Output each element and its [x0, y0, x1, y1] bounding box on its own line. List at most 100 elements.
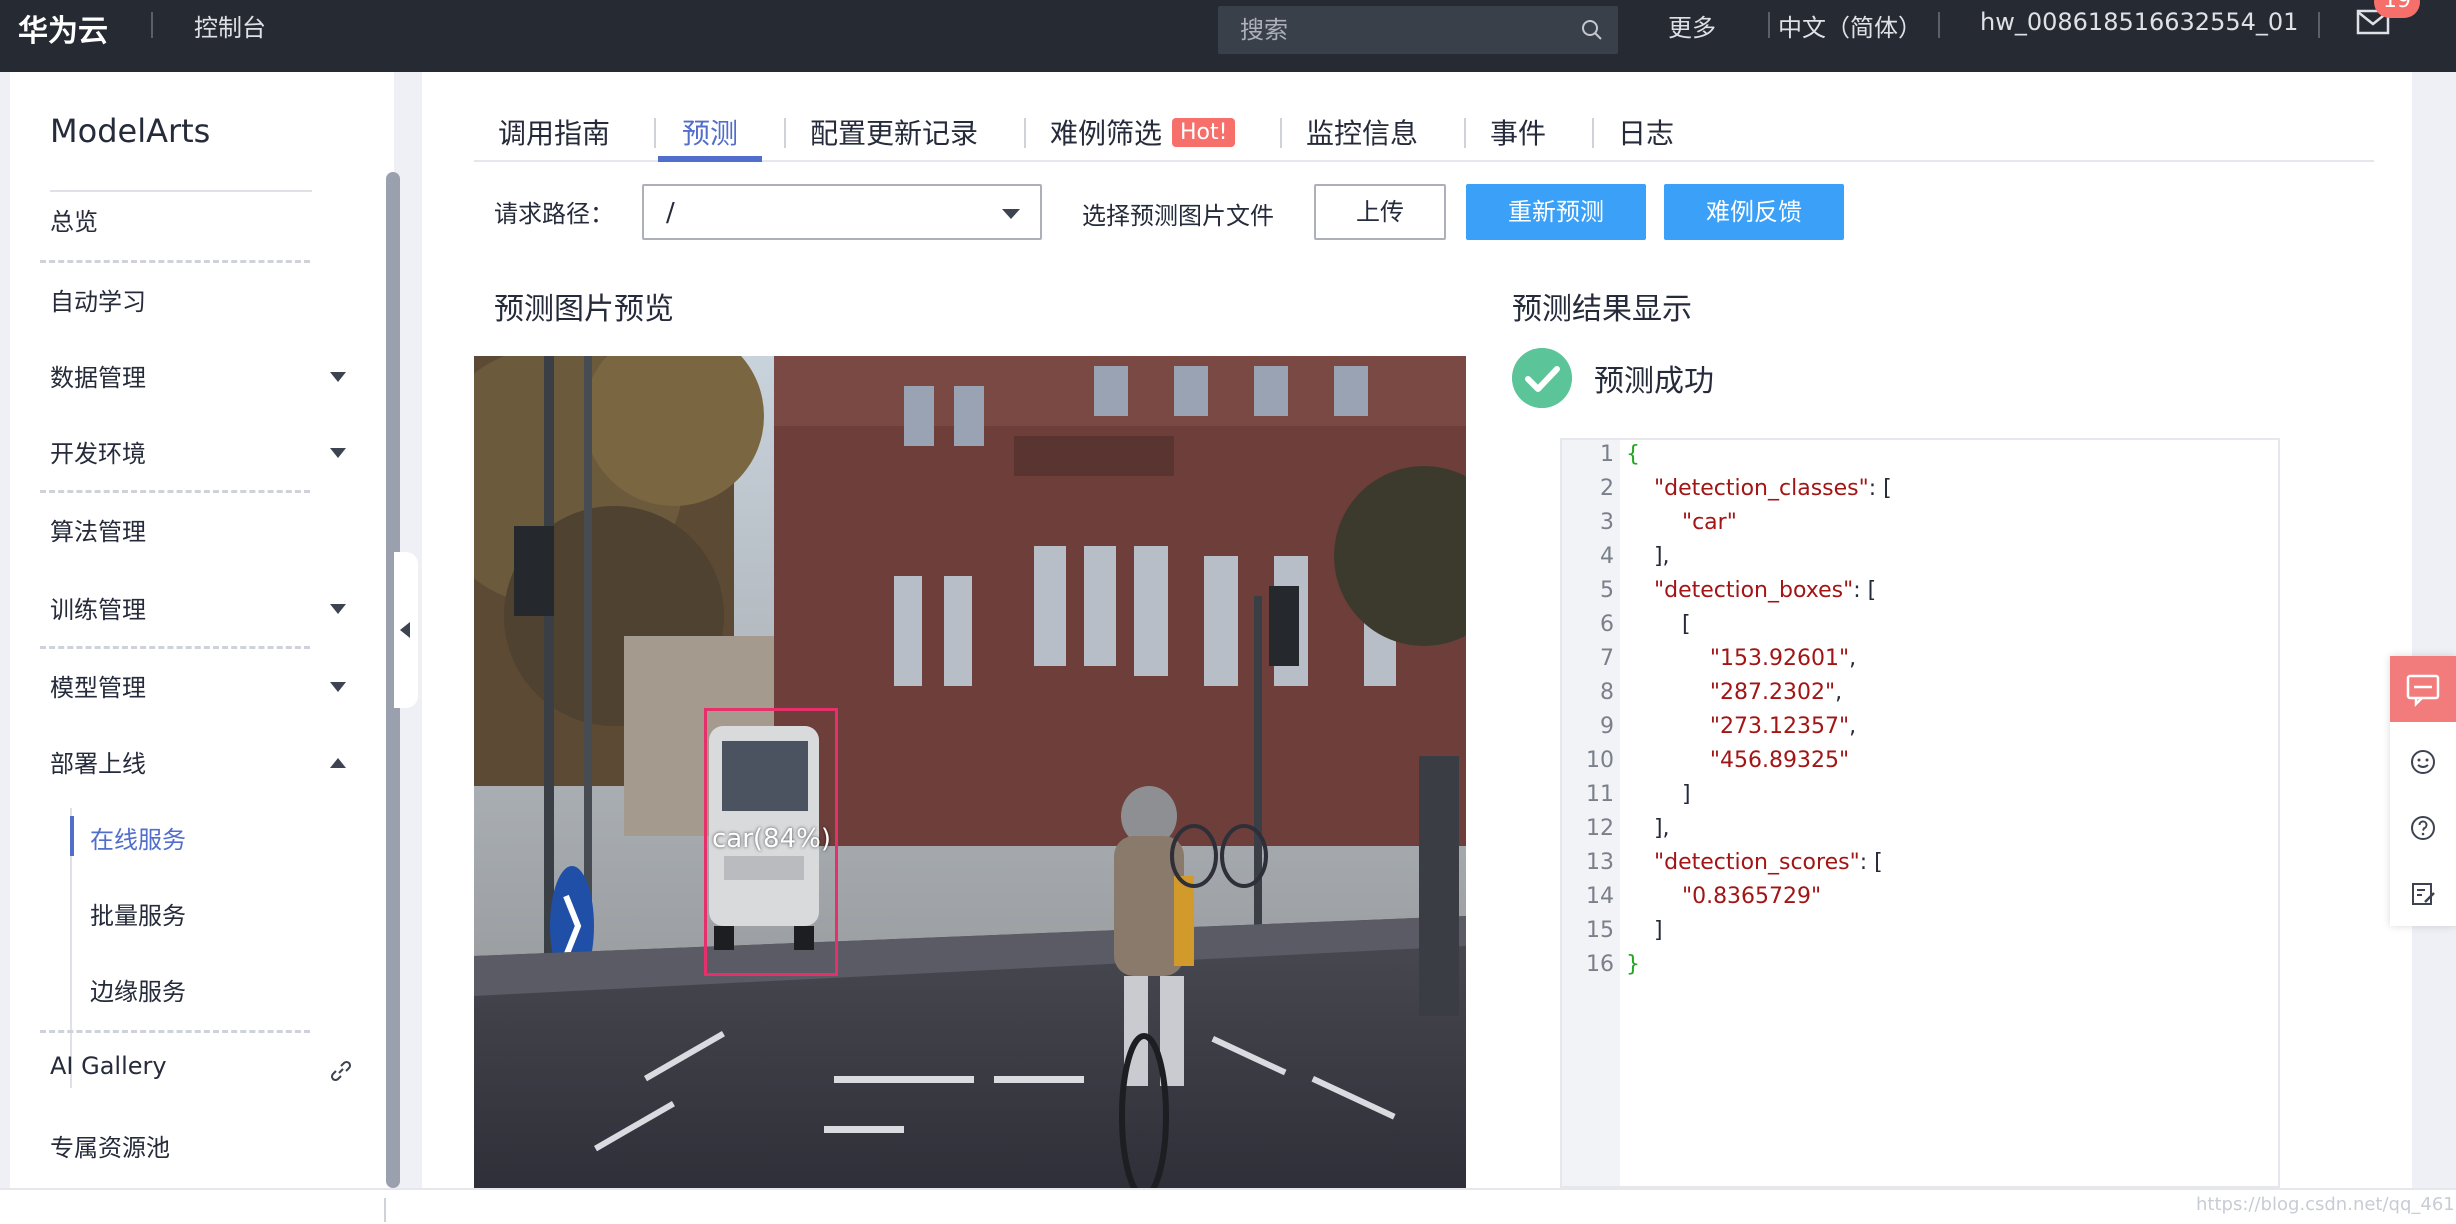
prediction-result-json: 1{2 "detection_classes": [3 "car" 4 ], 5 "…: [1560, 438, 2280, 1188]
tab-config-history[interactable]: 配置更新记录: [810, 112, 978, 152]
sidebar-item-training-management[interactable]: 训练管理: [50, 590, 146, 625]
sidebar-item-label: 开发环境: [50, 440, 146, 468]
global-search: [1218, 6, 1618, 54]
code-text: ],: [1626, 544, 1670, 569]
sidebar-item-label: 数据管理: [50, 364, 146, 392]
search-input[interactable]: [1218, 6, 1578, 54]
line-number: 6: [1600, 612, 1614, 637]
brand-logo[interactable]: 华为云: [18, 6, 108, 50]
chevron-down-icon: [1002, 209, 1020, 219]
divider: [1280, 118, 1282, 148]
chat-button[interactable]: [2390, 656, 2456, 722]
code-text: ]: [1626, 782, 1691, 807]
code-text: "0.8365729": [1681, 884, 1822, 909]
sidebar-item-algorithm-management[interactable]: 算法管理: [50, 512, 146, 547]
line-number: 3: [1600, 510, 1614, 535]
chevron-up-icon[interactable]: [330, 758, 346, 768]
divider: [1592, 118, 1594, 148]
sidebar-item-label: 专属资源池: [50, 1134, 170, 1162]
chat-icon: [2406, 674, 2440, 708]
sidebar-subitem-edge-service[interactable]: 边缘服务: [90, 972, 186, 1007]
sidebar-item-overview[interactable]: 总览: [50, 202, 98, 237]
divider: [151, 12, 153, 38]
active-tab-underline: [658, 156, 762, 162]
repredict-button[interactable]: 重新预测: [1466, 184, 1646, 240]
chevron-down-icon[interactable]: [330, 682, 346, 692]
sidebar-item-deployment[interactable]: 部署上线: [50, 744, 146, 779]
upload-button[interactable]: 上传: [1314, 184, 1446, 240]
code-text: "detection_boxes": [: [1653, 578, 1877, 603]
tab-events[interactable]: 事件: [1490, 112, 1546, 152]
sidebar-item-label: 自动学习: [50, 288, 146, 316]
code-line: 14 "0.8365729": [1562, 884, 2278, 918]
file-select-label: 选择预测图片文件: [1082, 202, 1274, 230]
code-line: 1{: [1562, 442, 2278, 476]
code-text: }: [1626, 952, 1640, 977]
sidebar-subitem-online-service[interactable]: 在线服务: [90, 820, 186, 855]
active-indicator: [70, 816, 74, 856]
line-number: 11: [1586, 782, 1614, 807]
sidebar-collapse-button[interactable]: [394, 552, 418, 708]
feedback-smile-icon[interactable]: [2409, 748, 2437, 776]
divider: [1024, 118, 1026, 148]
chevron-down-icon[interactable]: [330, 604, 346, 614]
more-menu[interactable]: 更多: [1668, 8, 1716, 43]
line-number: 13: [1586, 850, 1614, 875]
divider: [784, 118, 786, 148]
sidebar-item-label: 模型管理: [50, 674, 146, 702]
sidebar-item-label: 总览: [50, 208, 98, 236]
sidebar-item-dev-environment[interactable]: 开发环境: [50, 434, 146, 469]
prediction-image: [474, 356, 1466, 1188]
code-line: 8 "287.2302",: [1562, 680, 2278, 714]
language-switch[interactable]: 中文（简体）: [1778, 8, 1922, 43]
code-text: "273.12357",: [1709, 714, 1857, 739]
search-icon[interactable]: [1580, 18, 1604, 42]
message-count-badge[interactable]: 19: [2374, 0, 2420, 18]
sidebar-item-auto-learning[interactable]: 自动学习: [50, 282, 146, 317]
tab-predict[interactable]: 预测: [682, 112, 738, 152]
code-line: 16}: [1562, 952, 2278, 986]
tab-monitoring[interactable]: 监控信息: [1306, 112, 1418, 152]
request-path-select[interactable]: /: [642, 184, 1042, 240]
tab-hard-example[interactable]: 难例筛选 Hot!: [1050, 112, 1236, 152]
code-line: 12 ],: [1562, 816, 2278, 850]
sidebar-item-dedicated-pool[interactable]: 专属资源池: [50, 1128, 170, 1163]
sidebar-item-data-management[interactable]: 数据管理: [50, 358, 146, 393]
sidebar-item-label: 部署上线: [50, 750, 146, 778]
line-number: 8: [1600, 680, 1614, 705]
code-text: ],: [1626, 816, 1670, 841]
hot-badge: Hot!: [1172, 118, 1236, 147]
help-icon[interactable]: [2409, 814, 2437, 842]
chevron-down-icon[interactable]: [330, 448, 346, 458]
divider: [40, 260, 310, 263]
tab-logs[interactable]: 日志: [1618, 112, 1674, 152]
sidebar-subitem-batch-service[interactable]: 批量服务: [90, 896, 186, 931]
tab-call-guide[interactable]: 调用指南: [498, 112, 610, 152]
divider: [40, 646, 310, 649]
service-title: ModelArts: [50, 112, 211, 150]
chevron-down-icon[interactable]: [330, 372, 346, 382]
code-line: 9 "273.12357",: [1562, 714, 2278, 748]
account-menu[interactable]: hw_008618516632554_01: [1980, 8, 2298, 36]
code-line: 11 ]: [1562, 782, 2278, 816]
code-text: "153.92601",: [1709, 646, 1857, 671]
console-link[interactable]: 控制台: [194, 8, 266, 43]
divider: [2318, 12, 2320, 38]
sidebar-item-model-management[interactable]: 模型管理: [50, 668, 146, 703]
edit-note-icon[interactable]: [2409, 880, 2437, 908]
tab-label: 难例筛选: [1050, 117, 1163, 150]
line-number: 15: [1586, 918, 1614, 943]
code-line: 15 ]: [1562, 918, 2278, 952]
sidebar-item-label: 算法管理: [50, 518, 146, 546]
divider: [50, 190, 312, 192]
hard-example-feedback-button[interactable]: 难例反馈: [1664, 184, 1844, 240]
line-number: 14: [1586, 884, 1614, 909]
request-path-value: /: [666, 198, 675, 228]
code-line: 3 "car": [1562, 510, 2278, 544]
sidebar-item-ai-gallery[interactable]: AI Gallery: [50, 1052, 167, 1080]
code-line: 2 "detection_classes": [: [1562, 476, 2278, 510]
line-number: 5: [1600, 578, 1614, 603]
top-navigation-bar: 华为云 控制台 更多 中文（简体） hw_008618516632554_01 …: [0, 0, 2456, 72]
external-link-icon: [330, 1060, 352, 1082]
code-text: "detection_classes": [: [1653, 476, 1892, 501]
